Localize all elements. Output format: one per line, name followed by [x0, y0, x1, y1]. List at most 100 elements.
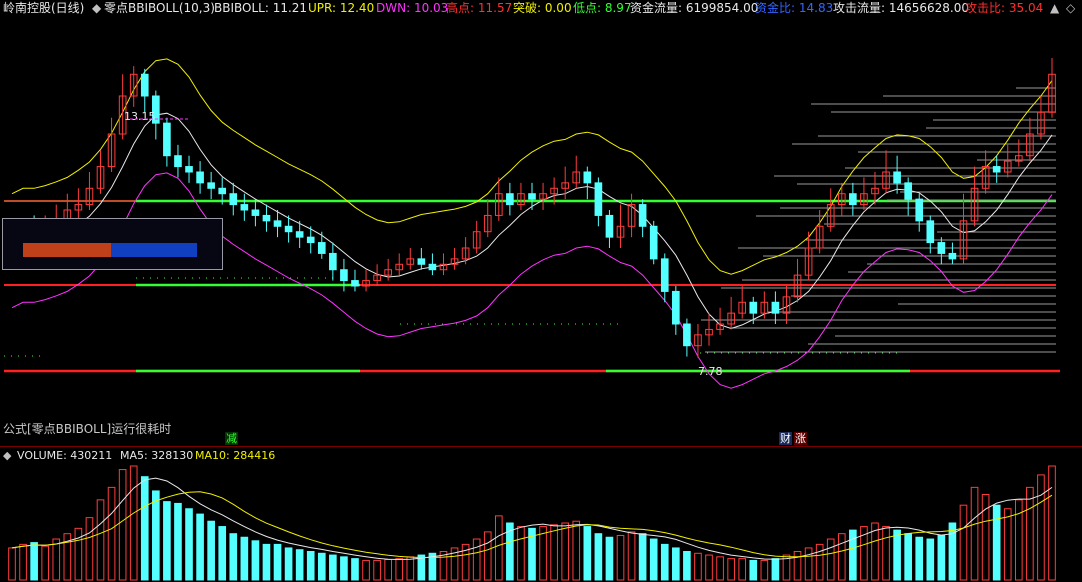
- volume-bar: [716, 556, 724, 581]
- price-chart[interactable]: 13.15 7.78: [0, 0, 1082, 582]
- volume-bar: [837, 533, 846, 581]
- volume-bar: [185, 508, 193, 581]
- volume-bar: [992, 504, 1001, 581]
- volume-bar: [384, 559, 392, 581]
- candle-body: [185, 166, 193, 173]
- volume-bar: [915, 536, 924, 581]
- volume-bar: [30, 542, 38, 581]
- volume-bar: [904, 533, 912, 581]
- volume-bar: [738, 558, 747, 581]
- volume-bar: [561, 522, 570, 581]
- volume-bar: [926, 538, 935, 581]
- volume-bar: [1003, 508, 1012, 581]
- candle-body: [240, 204, 249, 211]
- volume-bar: [340, 556, 348, 581]
- volume-ma5: MA5: 328130: [120, 449, 194, 462]
- volume-bar: [118, 469, 127, 581]
- finance-marker[interactable]: 财: [779, 432, 792, 445]
- volume-bars: [8, 465, 1056, 581]
- candle-body: [583, 171, 592, 184]
- volume-bar: [705, 554, 713, 581]
- volume-bar: [760, 559, 769, 581]
- volume-bar: [815, 543, 824, 581]
- volume-bar: [19, 543, 27, 581]
- candle-body: [948, 252, 957, 260]
- candle-body: [915, 198, 924, 222]
- volume-bar: [660, 543, 669, 581]
- volume-bar: [295, 549, 304, 581]
- volume-bar: [550, 524, 558, 581]
- volume-bar: [218, 526, 227, 581]
- volume-bar: [284, 547, 293, 581]
- candle-body: [649, 225, 658, 260]
- low-price-label: 7.78: [698, 365, 723, 378]
- volume-bar: [826, 538, 835, 581]
- volume-value: VOLUME: 430211: [17, 449, 113, 462]
- volume-bar: [306, 551, 315, 581]
- volume-bar: [594, 533, 603, 581]
- volume-bar: [251, 540, 260, 581]
- volume-bar: [1014, 499, 1023, 581]
- attack-ratio-bar: [23, 243, 111, 257]
- volume-bar: [649, 538, 658, 581]
- rise-marker[interactable]: 涨: [794, 432, 807, 445]
- volume-bar: [948, 522, 957, 581]
- candle-body: [926, 220, 935, 244]
- volume-bar: [41, 545, 50, 581]
- volume-bar: [85, 517, 94, 581]
- volume-bar: [207, 520, 215, 581]
- volume-bar: [1026, 486, 1034, 581]
- candle-body: [417, 258, 426, 265]
- candle-body: [284, 225, 293, 233]
- volume-bar: [373, 559, 381, 581]
- capital-ratio-bar: [111, 243, 197, 257]
- volume-bar: [362, 559, 370, 581]
- candle-body: [295, 231, 304, 238]
- candle-body: [992, 166, 1001, 173]
- volume-bar: [749, 559, 758, 581]
- candle-body: [672, 290, 680, 325]
- candle-body: [140, 73, 149, 97]
- volume-bar: [74, 527, 83, 581]
- candle-body: [683, 323, 691, 347]
- candle-body: [351, 280, 359, 287]
- volume-bar: [129, 465, 138, 581]
- volume-bar: [317, 552, 326, 581]
- candle-body: [937, 242, 946, 254]
- candle-body: [340, 269, 348, 282]
- volume-bar: [395, 558, 404, 581]
- candle-body: [163, 122, 171, 157]
- candle-body: [660, 258, 669, 292]
- candle-body: [329, 252, 337, 271]
- volume-bar: [472, 538, 481, 581]
- volume-bar: [804, 547, 813, 581]
- candle-body: [196, 171, 204, 184]
- volume-bar: [694, 552, 702, 581]
- volume-bar: [1048, 465, 1056, 581]
- volume-bar: [882, 526, 890, 581]
- volume-bar: [771, 558, 780, 581]
- volume-bar: [229, 533, 238, 581]
- volume-bar: [351, 558, 359, 581]
- candle-body: [273, 220, 282, 227]
- candle-body: [749, 301, 758, 314]
- volume-bar: [8, 547, 16, 581]
- volume-bar: [163, 501, 171, 581]
- volume-bar: [140, 476, 149, 581]
- candle-body: [904, 182, 912, 200]
- volume-bar: [174, 502, 182, 581]
- volume-bar: [638, 533, 647, 581]
- volume-bar: [107, 486, 116, 581]
- volume-bar: [572, 520, 581, 581]
- volume-toggle-icon[interactable]: ◆: [3, 449, 11, 463]
- volume-bar: [672, 547, 680, 581]
- volume-bar: [240, 536, 249, 581]
- candle-body: [528, 193, 536, 200]
- candle-body: [893, 171, 901, 184]
- volume-bar: [959, 504, 968, 581]
- candle-body: [849, 193, 857, 206]
- candle-body: [317, 242, 326, 254]
- volume-bar: [273, 543, 282, 581]
- volume-bar: [793, 551, 802, 581]
- candle-body: [207, 182, 215, 189]
